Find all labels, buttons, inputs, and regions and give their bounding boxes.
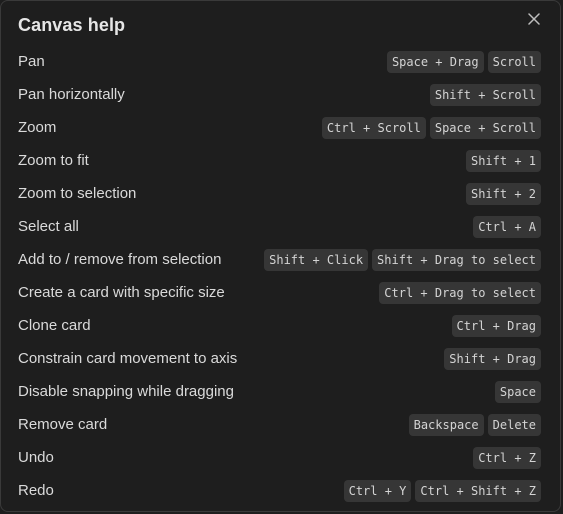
key-badge: Ctrl + Drag xyxy=(451,314,541,337)
close-icon[interactable] xyxy=(525,10,543,28)
shortcut-label: Zoom to fit xyxy=(18,152,89,169)
key-badge: Delete xyxy=(487,413,541,436)
shortcut-label: Clone card xyxy=(18,317,91,334)
key-badge: Shift + Drag xyxy=(444,347,541,370)
key-badge: Ctrl + Z xyxy=(473,446,541,469)
shortcut-label: Pan xyxy=(18,53,45,70)
shortcut-keys: Shift + Scroll xyxy=(429,83,541,106)
shortcut-label: Pan horizontally xyxy=(18,86,125,103)
shortcut-row: Clone card Ctrl + Drag xyxy=(1,309,560,342)
shortcut-row: Pan Space + Drag Scroll xyxy=(1,45,560,78)
shortcut-label: Zoom xyxy=(18,119,57,136)
shortcut-keys: Ctrl + Z xyxy=(473,446,541,469)
shortcut-keys: Ctrl + Drag to select xyxy=(379,281,541,304)
canvas-help-dialog: Canvas help Pan Space + Drag Scroll Pan … xyxy=(0,0,561,512)
key-badge: Space xyxy=(494,380,541,403)
shortcut-row: Redo Ctrl + Y Ctrl + Shift + Z xyxy=(1,474,560,507)
key-badge: Backspace xyxy=(408,413,484,436)
shortcut-row: Add to / remove from selection Shift + C… xyxy=(1,243,560,276)
key-badge: Ctrl + Shift + Z xyxy=(415,479,541,502)
shortcut-row: Select all Ctrl + A xyxy=(1,210,560,243)
shortcut-label: Redo xyxy=(18,482,54,499)
shortcut-row: Zoom to selection Shift + 2 xyxy=(1,177,560,210)
shortcut-row: Zoom Ctrl + Scroll Space + Scroll xyxy=(1,111,560,144)
dialog-title: Canvas help xyxy=(18,15,126,35)
shortcut-row: Pan horizontally Shift + Scroll xyxy=(1,78,560,111)
shortcut-label: Constrain card movement to axis xyxy=(18,350,238,367)
key-badge: Ctrl + Drag to select xyxy=(379,281,541,304)
shortcut-keys: Ctrl + Y Ctrl + Shift + Z xyxy=(343,479,541,502)
key-badge: Space + Drag xyxy=(386,50,484,73)
shortcut-label: Remove card xyxy=(18,416,108,433)
shortcut-keys: Shift + 1 xyxy=(465,149,541,172)
shortcut-row: Constrain card movement to axis Shift + … xyxy=(1,342,560,375)
shortcut-row: Disable snapping while dragging Space xyxy=(1,375,560,408)
key-badge: Shift + Drag to select xyxy=(372,248,541,271)
shortcut-label: Select all xyxy=(18,218,79,235)
shortcut-row: Remove card Backspace Delete xyxy=(1,408,560,441)
shortcut-keys: Shift + Click Shift + Drag to select xyxy=(264,248,541,271)
shortcut-keys: Ctrl + Scroll Space + Scroll xyxy=(321,116,541,139)
shortcut-keys: Ctrl + Drag xyxy=(451,314,541,337)
key-badge: Ctrl + Y xyxy=(343,479,412,502)
shortcut-label: Undo xyxy=(18,449,54,466)
shortcut-row: Create a card with specific size Ctrl + … xyxy=(1,276,560,309)
key-badge: Shift + Scroll xyxy=(429,83,541,106)
shortcut-keys: Space xyxy=(494,380,541,403)
shortcut-keys: Space + Drag Scroll xyxy=(386,50,541,73)
shortcut-keys: Backspace Delete xyxy=(408,413,541,436)
shortcut-label: Zoom to selection xyxy=(18,185,137,202)
key-badge: Ctrl + A xyxy=(473,215,541,238)
shortcut-keys: Ctrl + A xyxy=(473,215,541,238)
key-badge: Shift + Click xyxy=(264,248,369,271)
shortcut-row: Undo Ctrl + Z xyxy=(1,441,560,474)
key-badge: Scroll xyxy=(487,50,541,73)
shortcut-keys: Shift + 2 xyxy=(465,182,541,205)
key-badge: Ctrl + Scroll xyxy=(321,116,426,139)
key-badge: Space + Scroll xyxy=(429,116,541,139)
shortcut-label: Add to / remove from selection xyxy=(18,251,222,268)
shortcut-label: Create a card with specific size xyxy=(18,284,225,301)
shortcut-label: Disable snapping while dragging xyxy=(18,383,234,400)
key-badge: Shift + 1 xyxy=(465,149,541,172)
shortcut-row: Zoom to fit Shift + 1 xyxy=(1,144,560,177)
shortcut-keys: Shift + Drag xyxy=(444,347,541,370)
shortcut-list: Pan Space + Drag Scroll Pan horizontally… xyxy=(1,45,560,507)
key-badge: Shift + 2 xyxy=(465,182,541,205)
